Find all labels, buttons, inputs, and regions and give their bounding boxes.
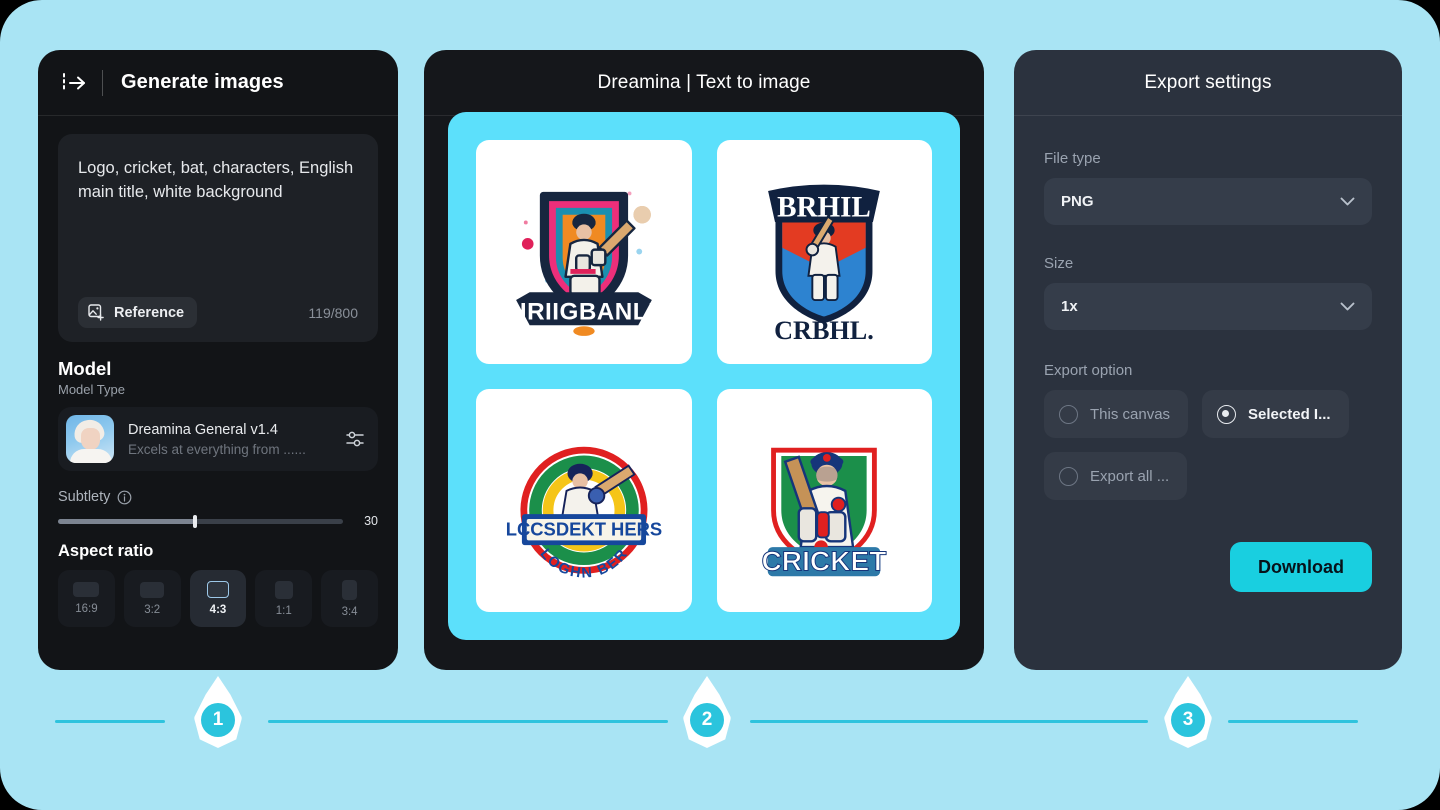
generate-images-panel: Generate images Logo, cricket, bat, char…: [38, 50, 398, 670]
aspect-ratio-glyph: [274, 580, 293, 599]
aspect-ratio-label: 4:3: [209, 604, 227, 616]
reference-label: Reference: [114, 304, 185, 321]
export-option-label: Selected I...: [1248, 405, 1331, 423]
aspect-ratio-glyph: [140, 581, 165, 598]
cricket-logo-cricket: CRICKET: [761, 447, 887, 577]
preview-panel: Dreamina | Text to image LIRIIGBANLL BRH…: [424, 50, 984, 670]
file-type-label: File type: [1044, 150, 1101, 167]
export-option-2[interactable]: Export all ...: [1044, 452, 1188, 500]
left-panel-header: Generate images: [38, 50, 398, 116]
step-number: 1: [201, 703, 235, 737]
slider-thumb[interactable]: [192, 514, 197, 528]
size-value: 1x: [1061, 298, 1078, 315]
export-option-group: This canvas Selected I... Export all ...: [1044, 390, 1372, 500]
prompt-box[interactable]: Logo, cricket, bat, characters, English …: [58, 134, 378, 342]
chevron-down-icon: [1340, 197, 1355, 206]
radio-icon[interactable]: [1059, 466, 1078, 486]
radio-icon[interactable]: [1217, 404, 1237, 424]
step-indicators: 1 2 3: [0, 676, 1440, 776]
aspect-ratio-label: 16:9: [75, 603, 98, 615]
model-meta: Dreamina General v1.4 Excels at everythi…: [128, 422, 330, 457]
aspect-ratio-1-1[interactable]: 1:1: [255, 570, 313, 627]
step-marker-3[interactable]: 3: [1164, 676, 1212, 748]
step-connector-1: [268, 720, 668, 723]
reference-button[interactable]: Reference: [78, 297, 198, 328]
sliders-icon[interactable]: [344, 428, 366, 450]
aspect-ratio-3-2[interactable]: 3:2: [123, 570, 181, 627]
aspect-ratio-glyph: [342, 579, 358, 600]
step-connector-3: [1228, 720, 1358, 723]
preview-title: Dreamina | Text to image: [597, 71, 811, 93]
aspect-ratio-glyph: [73, 582, 100, 597]
subtlety-value: 30: [364, 514, 378, 528]
export-option-0[interactable]: This canvas: [1044, 390, 1189, 438]
character-counter: 119/800: [308, 304, 358, 321]
slider-track[interactable]: [58, 514, 343, 528]
step-connector-2: [750, 720, 1148, 723]
info-icon[interactable]: [117, 490, 132, 505]
export-settings-panel: Export settings File type PNG Size 1x Ex…: [1014, 50, 1402, 670]
download-row: Download: [1044, 542, 1372, 592]
subtlety-row: Subtlety: [58, 489, 378, 505]
model-description: Excels at everything from ......: [128, 441, 306, 457]
panel-collapse-icon[interactable]: [62, 72, 88, 94]
logo-banner-text-3: LCCSDEKT HERS: [506, 518, 662, 539]
step-marker-2[interactable]: 2: [683, 676, 731, 748]
page-title: Generate images: [121, 71, 284, 93]
export-body: File type PNG Size 1x Export option This…: [1014, 116, 1402, 592]
size-label: Size: [1044, 255, 1074, 272]
model-name: Dreamina General v1.4: [128, 421, 278, 438]
export-option-1[interactable]: Selected I...: [1202, 390, 1349, 438]
subtlety-slider[interactable]: 30: [58, 514, 378, 528]
aspect-ratio-4-3[interactable]: 4:3: [189, 570, 247, 627]
aspect-ratio-label: 1:1: [275, 604, 292, 617]
cricket-logo-lccsdekt: LCCSDEKT HERS CLOGHN BERE: [487, 400, 662, 582]
generated-image-4[interactable]: CRICKET: [716, 388, 932, 612]
export-option-label: Export option: [1044, 362, 1133, 379]
chevron-down-icon: [1340, 302, 1355, 311]
cricket-logo-shield-pink: LIRIIGBANLL: [504, 191, 663, 337]
aspect-ratio-3-4[interactable]: 3:4: [321, 570, 378, 627]
generated-image-2[interactable]: BRHIL CRBHL.: [716, 140, 932, 364]
size-select[interactable]: 1x: [1044, 283, 1372, 330]
step-number: 3: [1171, 703, 1205, 737]
download-button[interactable]: Download: [1230, 542, 1372, 592]
logo-caption-2: CRBHL.: [774, 316, 874, 345]
model-thumbnail: [66, 415, 114, 463]
prompt-input[interactable]: Logo, cricket, bat, characters, English …: [78, 156, 358, 204]
step-number: 2: [690, 703, 724, 737]
model-section-subtitle: Model Type: [58, 382, 125, 397]
app-root: Generate images Logo, cricket, bat, char…: [0, 0, 1440, 810]
slider-fill: [58, 518, 195, 524]
header-divider: [102, 69, 103, 96]
radio-icon[interactable]: [1059, 404, 1078, 424]
add-image-icon: [88, 304, 104, 321]
preview-header: Dreamina | Text to image: [424, 50, 984, 116]
aspect-ratio-16-9[interactable]: 16:9: [58, 570, 115, 627]
prompt-footer: Reference 119/800: [78, 297, 358, 328]
image-grid: LIRIIGBANLL BRHIL CRBHL. LCCSDEKT HERS L…: [448, 112, 960, 640]
model-section-title: Model: [58, 358, 112, 379]
subtlety-label: Subtlety: [58, 489, 111, 505]
aspect-ratio-options: 16:9 3:2 4:3 1:1 3:4: [58, 570, 378, 627]
export-header: Export settings: [1014, 50, 1402, 116]
export-option-label: This canvas: [1090, 405, 1171, 423]
file-type-select[interactable]: PNG: [1044, 178, 1372, 225]
step-connector-0: [55, 720, 165, 723]
aspect-ratio-label: 3:2: [144, 603, 161, 616]
export-title: Export settings: [1144, 71, 1272, 93]
aspect-ratio-label: 3:4: [341, 605, 358, 618]
generated-image-3[interactable]: LCCSDEKT HERS CLOGHN BERE: [476, 388, 692, 612]
file-type-value: PNG: [1061, 193, 1094, 210]
logo-banner-text-1: LIRIIGBANLL: [504, 299, 663, 326]
generated-image-1[interactable]: LIRIIGBANLL: [476, 140, 692, 364]
aspect-ratio-title: Aspect ratio: [58, 542, 154, 560]
step-marker-1[interactable]: 1: [194, 676, 242, 748]
left-panel-body: Logo, cricket, bat, characters, English …: [38, 116, 398, 627]
export-option-label: Export all ...: [1090, 467, 1170, 485]
cricket-logo-brhil: BRHIL CRBHL.: [764, 181, 885, 345]
logo-banner-text-4: CRICKET: [762, 545, 887, 576]
aspect-ratio-glyph: [206, 581, 229, 598]
model-selector[interactable]: Dreamina General v1.4 Excels at everythi…: [58, 407, 378, 471]
